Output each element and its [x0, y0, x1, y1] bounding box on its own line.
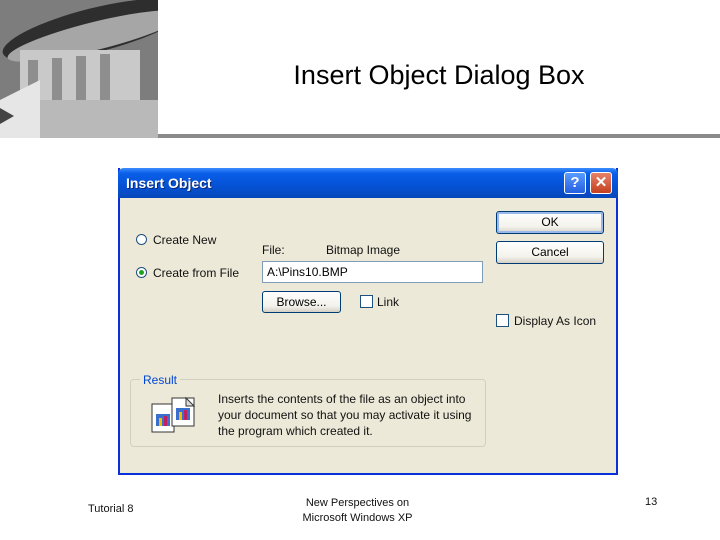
corner-photo [0, 0, 158, 138]
footer-course: New Perspectives on Microsoft Windows XP [270, 496, 445, 526]
result-description: Inserts the contents of the file as an o… [218, 392, 472, 438]
display-as-icon-label[interactable]: Display As Icon [514, 314, 596, 328]
footer-course-line1: New Perspectives on [305, 497, 410, 509]
file-label: File: [262, 243, 285, 257]
footer-tutorial: Tutorial 8 [88, 503, 134, 515]
title-rule [158, 134, 720, 138]
ok-button[interactable]: OK [496, 211, 604, 234]
create-new-radio[interactable] [136, 234, 147, 245]
create-from-file-label[interactable]: Create from File [153, 266, 239, 280]
insert-object-dialog: Insert Object ? ✕ Create New Create from… [118, 168, 618, 475]
result-group-label: Result [140, 373, 181, 387]
page-number: 13 [645, 496, 658, 508]
slide-title: Insert Object Dialog Box [293, 60, 585, 90]
cancel-button[interactable]: Cancel [496, 241, 604, 264]
file-type-label: Bitmap Image [326, 243, 401, 257]
dialog-titlebar[interactable]: Insert Object ? ✕ [118, 168, 618, 198]
create-from-file-radio[interactable] [136, 267, 147, 278]
result-document-icon [150, 396, 198, 441]
close-button[interactable]: ✕ [590, 172, 612, 194]
link-checkbox[interactable] [360, 295, 373, 308]
display-as-icon-checkbox[interactable] [496, 314, 509, 327]
help-button[interactable]: ? [564, 172, 586, 194]
dialog-title: Insert Object [126, 175, 212, 191]
file-path-field[interactable]: A:\Pins10.BMP [262, 261, 483, 283]
browse-button[interactable]: Browse... [262, 291, 341, 313]
footer-course-line2: Microsoft Windows XP [302, 512, 413, 524]
link-label[interactable]: Link [377, 295, 399, 309]
create-new-label[interactable]: Create New [153, 233, 216, 247]
